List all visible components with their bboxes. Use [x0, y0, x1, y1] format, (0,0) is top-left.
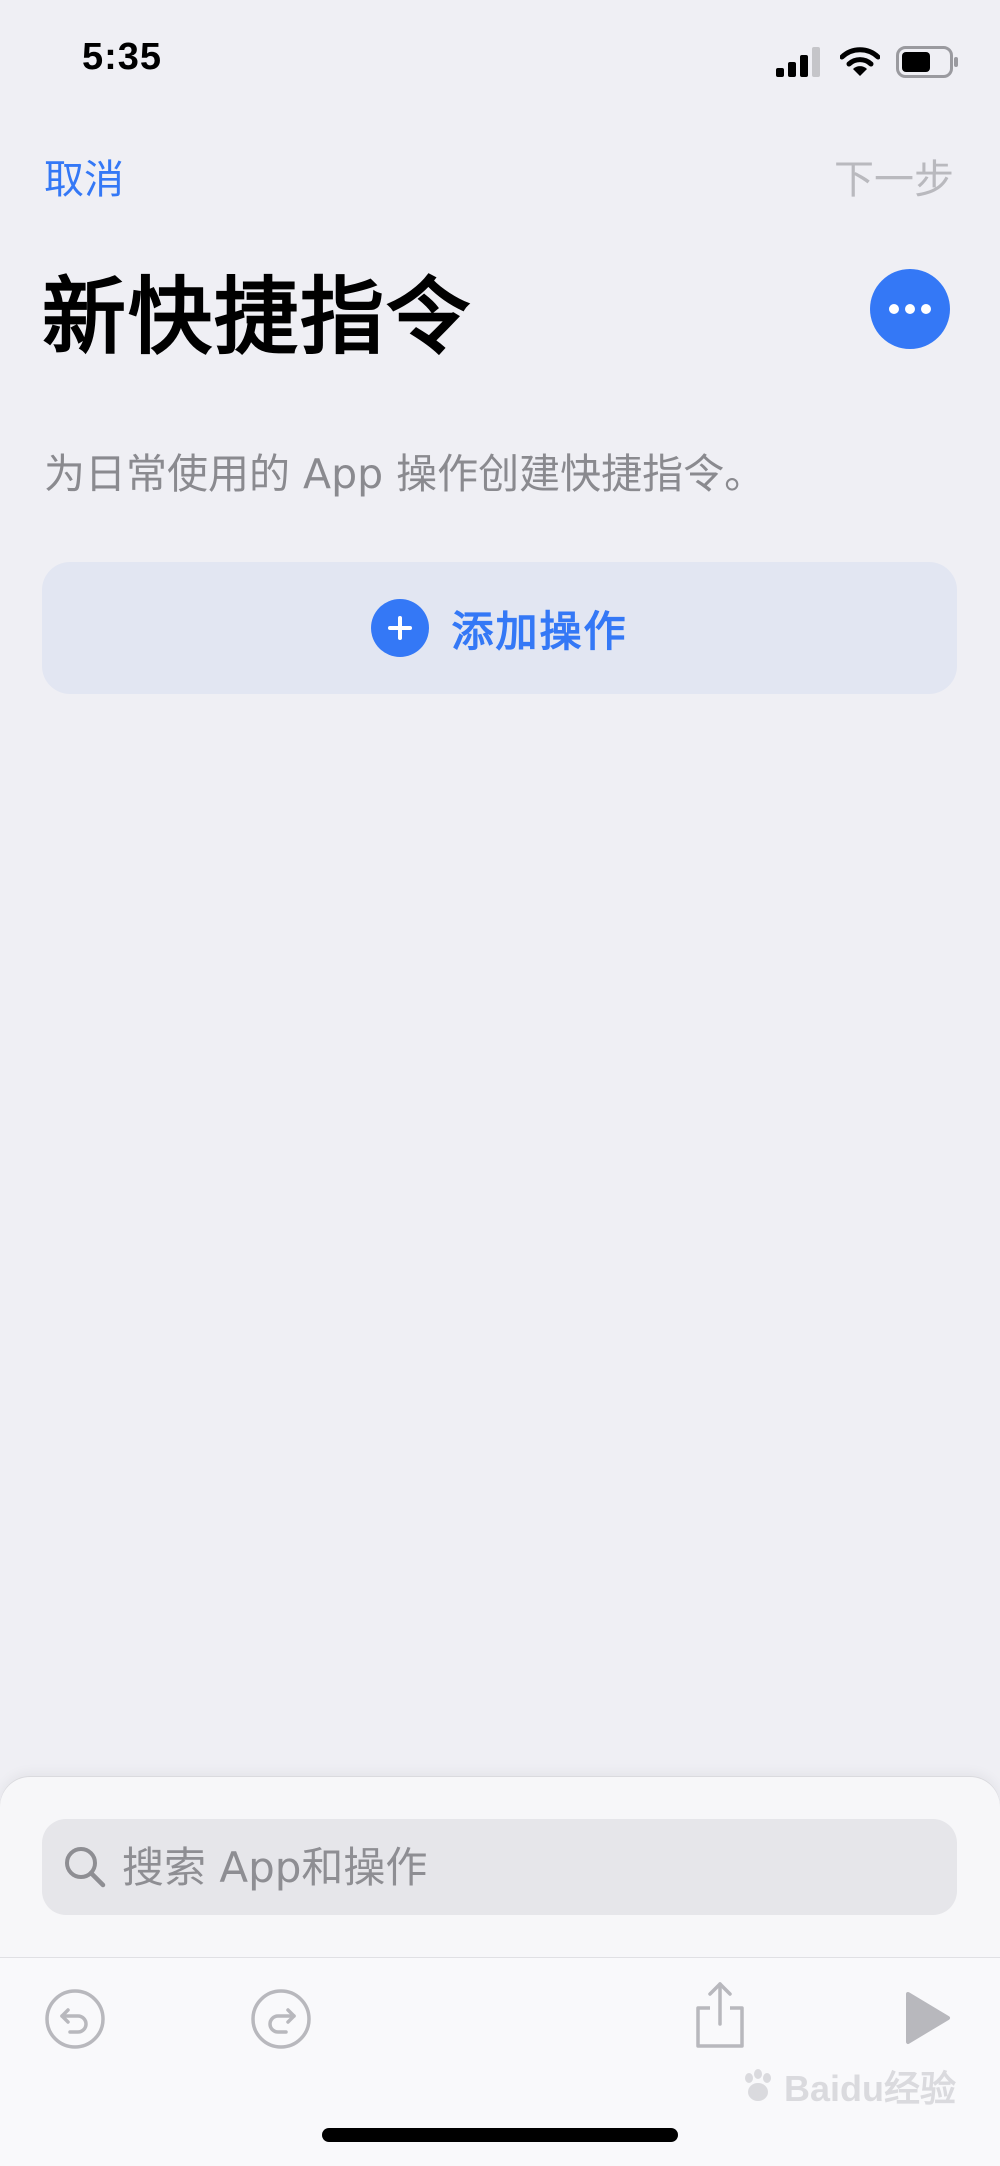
wifi-icon: [840, 47, 880, 76]
undo-icon: [45, 1989, 105, 2049]
share-button[interactable]: [692, 1980, 748, 2050]
search-icon: [65, 1847, 106, 1888]
run-button[interactable]: [902, 1990, 952, 2046]
battery-icon: [896, 46, 958, 78]
next-button[interactable]: 下一步: [834, 150, 954, 210]
ellipsis-icon: [889, 304, 931, 314]
redo-icon: [251, 1989, 311, 2049]
nav-bar: 取消 下一步: [0, 150, 1000, 210]
add-action-label: 添加操作: [451, 606, 628, 656]
page-title: 新快捷指令: [42, 268, 473, 366]
status-icons: [776, 44, 960, 80]
status-time: 5:35: [82, 36, 163, 78]
bottom-sheet: [0, 1777, 1000, 2166]
search-field[interactable]: [42, 1819, 957, 1915]
status-bar: 5:35: [0, 0, 1000, 120]
undo-button[interactable]: [44, 1988, 106, 2050]
add-action-button[interactable]: 添加操作: [42, 562, 957, 694]
search-input[interactable]: [122, 1842, 957, 1892]
redo-button[interactable]: [250, 1988, 312, 2050]
plus-circle-icon: [371, 599, 430, 657]
signal-icon: [776, 47, 820, 77]
page-description: 为日常使用的 App 操作创建快捷指令。: [44, 450, 766, 498]
cancel-button[interactable]: 取消: [44, 150, 124, 210]
home-indicator: [322, 2128, 678, 2142]
play-icon: [906, 1992, 950, 2044]
more-button[interactable]: [870, 269, 950, 349]
share-icon: [696, 1982, 744, 2048]
